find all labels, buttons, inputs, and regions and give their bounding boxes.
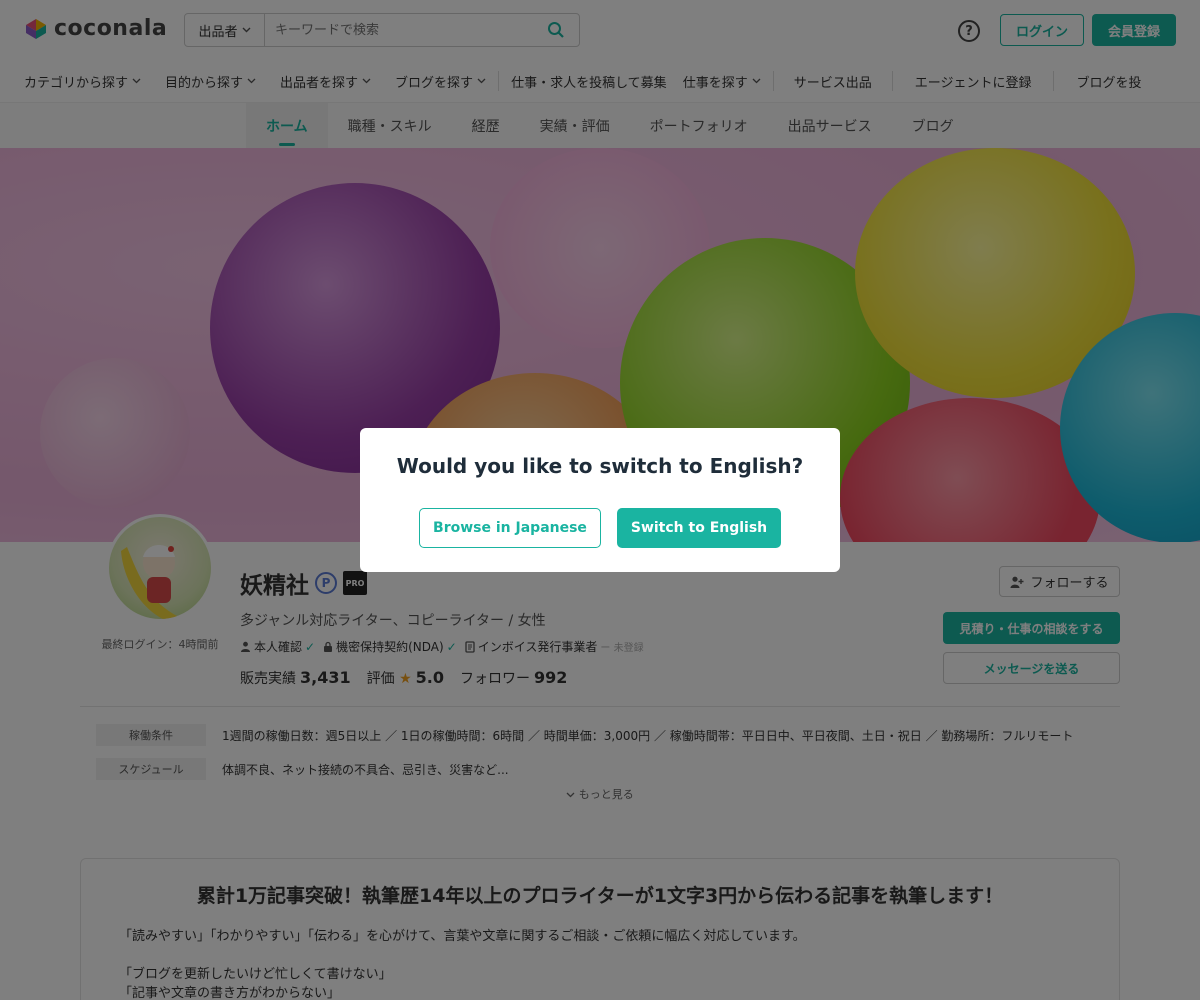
switch-english-button[interactable]: Switch to English — [617, 508, 781, 548]
language-switch-modal: Would you like to switch to English? Bro… — [360, 428, 840, 572]
browse-japanese-button[interactable]: Browse in Japanese — [419, 508, 601, 548]
modal-title: Would you like to switch to English? — [396, 454, 804, 478]
